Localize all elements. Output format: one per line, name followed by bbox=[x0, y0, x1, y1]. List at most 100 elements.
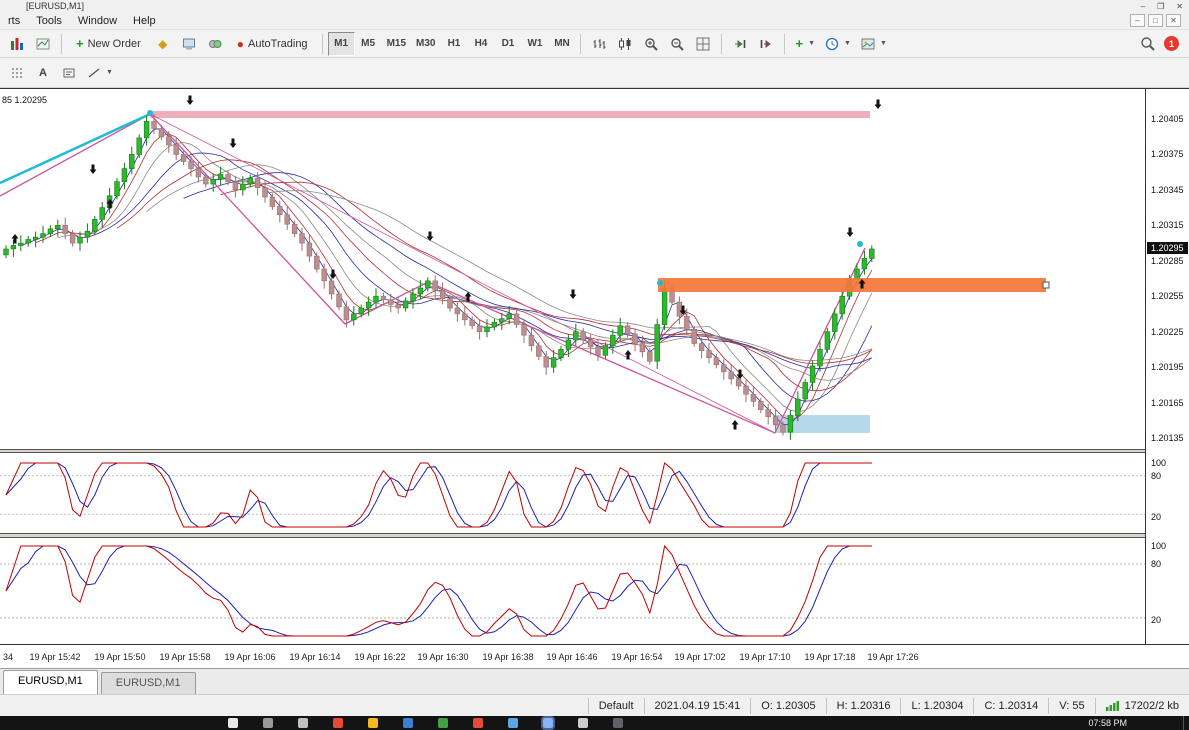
search-button[interactable] bbox=[1134, 32, 1160, 56]
text-tool-button[interactable]: A bbox=[30, 61, 56, 85]
zoom-out-icon bbox=[670, 37, 685, 51]
market-watch-icon: ◆ bbox=[158, 36, 168, 51]
zoom-in-button[interactable] bbox=[638, 32, 664, 56]
taskbar-app-icon[interactable] bbox=[438, 718, 448, 728]
oscillator-signal-line bbox=[5, 462, 872, 528]
autotrading-label: AutoTrading bbox=[248, 37, 308, 50]
new-order-label: New Order bbox=[87, 37, 141, 50]
indicator-pane-2[interactable] bbox=[0, 538, 1145, 644]
timeframe-m5-button[interactable]: M5 bbox=[355, 32, 382, 56]
taskbar-app-icon[interactable] bbox=[263, 718, 273, 728]
timeframe-m15-button[interactable]: M15 bbox=[382, 32, 411, 56]
main-chart-svg[interactable] bbox=[0, 91, 1145, 449]
bar-chart-button[interactable] bbox=[586, 32, 612, 56]
toolbar-separator bbox=[580, 33, 582, 54]
menu-charts[interactable]: rts bbox=[0, 14, 28, 28]
show-desktop-button[interactable] bbox=[1183, 716, 1187, 730]
menu-help[interactable]: Help bbox=[125, 14, 164, 28]
signal-dot bbox=[857, 241, 863, 247]
pink-zone[interactable] bbox=[150, 111, 870, 118]
auto-scroll-button[interactable] bbox=[727, 32, 753, 56]
orange-zone-handle[interactable] bbox=[1042, 281, 1050, 289]
indicator-axis-label: 20 bbox=[1151, 512, 1162, 522]
signal-arrow-up bbox=[731, 420, 739, 430]
chevron-down-icon: ▼ bbox=[844, 40, 851, 47]
object-frame-button[interactable] bbox=[56, 61, 82, 85]
close-button[interactable]: ✕ bbox=[1176, 2, 1183, 11]
autotrading-status-icon: ● bbox=[236, 36, 245, 51]
time-axis-label: 19 Apr 15:58 bbox=[159, 652, 211, 662]
cyan-trend-line[interactable] bbox=[0, 112, 151, 185]
new-order-button[interactable]: + New Order bbox=[67, 32, 150, 56]
taskbar-app-icon[interactable] bbox=[578, 718, 588, 728]
price-axis-label: 1.20345 bbox=[1151, 185, 1184, 195]
restore-button[interactable]: ❐ bbox=[1157, 2, 1164, 11]
taskbar-app-icon[interactable] bbox=[333, 718, 343, 728]
chart-shift-button[interactable] bbox=[753, 32, 779, 56]
indicator1-svg[interactable] bbox=[0, 453, 1145, 533]
profiles-button[interactable] bbox=[30, 32, 56, 56]
chart-close-button[interactable]: ✕ bbox=[1166, 14, 1181, 27]
data-window-button[interactable] bbox=[176, 32, 202, 56]
chart-shift-icon bbox=[759, 37, 773, 51]
navigator-button[interactable] bbox=[202, 32, 228, 56]
chart-tabs-bar: EURUSD,M1 EURUSD,M1 bbox=[0, 668, 1189, 694]
taskbar-app-icon[interactable] bbox=[403, 718, 413, 728]
taskbar-app-icon[interactable] bbox=[298, 718, 308, 728]
chart-restore-button[interactable]: □ bbox=[1148, 14, 1163, 27]
time-axis-label: 19 Apr 15:42 bbox=[29, 652, 81, 662]
cursor-tool-button[interactable] bbox=[4, 61, 30, 85]
tile-windows-button[interactable] bbox=[690, 32, 716, 56]
taskbar-app-icon[interactable] bbox=[613, 718, 623, 728]
taskbar-app-icon[interactable] bbox=[473, 718, 483, 728]
trend-line[interactable] bbox=[149, 113, 776, 434]
price-axis-label: 1.20255 bbox=[1151, 291, 1184, 301]
minimize-button[interactable]: – bbox=[1141, 2, 1145, 11]
timeframe-mn-button[interactable]: MN bbox=[548, 32, 575, 56]
taskbar-app-icon[interactable] bbox=[508, 718, 518, 728]
signal-arrow-down bbox=[186, 95, 194, 105]
taskbar-app-icon[interactable] bbox=[541, 716, 555, 730]
new-chart-icon bbox=[10, 37, 24, 51]
orange-zone[interactable] bbox=[658, 278, 1046, 292]
price-axis[interactable]: 1.20405 1.20375 1.20345 1.20315 1.20285 1.202… bbox=[1145, 89, 1189, 644]
chart-tab-eurusd-1[interactable]: EURUSD,M1 bbox=[3, 670, 98, 694]
timeframe-h1-button[interactable]: H1 bbox=[440, 32, 467, 56]
timeframe-h4-button[interactable]: H4 bbox=[467, 32, 494, 56]
zoom-out-button[interactable] bbox=[664, 32, 690, 56]
indicator-axis-label: 80 bbox=[1151, 559, 1162, 569]
new-chart-button[interactable] bbox=[4, 32, 30, 56]
chart-corner-label: 85 1.20295 bbox=[2, 95, 48, 105]
taskbar-app-icon[interactable] bbox=[228, 718, 238, 728]
timeframe-m30-button[interactable]: M30 bbox=[411, 32, 440, 56]
line-tools-button[interactable]: ▼ bbox=[82, 61, 118, 85]
indicator-axis-label: 20 bbox=[1151, 615, 1162, 625]
periods-button[interactable]: ▼ bbox=[820, 32, 856, 56]
timeframe-d1-button[interactable]: D1 bbox=[494, 32, 521, 56]
autotrading-button[interactable]: ● AutoTrading bbox=[228, 32, 317, 56]
price-axis-label: 1.20165 bbox=[1151, 398, 1184, 408]
signal-arrow-up bbox=[624, 350, 632, 360]
templates-button[interactable]: ▼ bbox=[856, 32, 892, 56]
time-axis[interactable]: 34 19 Apr 15:42 19 Apr 15:50 19 Apr 15:58 19… bbox=[0, 644, 1189, 669]
taskbar-icons bbox=[228, 716, 623, 730]
timeframe-w1-button[interactable]: W1 bbox=[521, 32, 548, 56]
indicator2-svg[interactable] bbox=[0, 538, 1145, 644]
taskbar-clock[interactable]: 07:58 PM bbox=[1088, 718, 1127, 728]
indicator-pane-1[interactable] bbox=[0, 453, 1145, 533]
chart-tab-eurusd-2[interactable]: EURUSD,M1 bbox=[100, 672, 196, 694]
status-profile[interactable]: Default bbox=[587, 697, 644, 714]
taskbar-app-icon[interactable] bbox=[368, 718, 378, 728]
signal-arrow-down bbox=[229, 138, 237, 148]
menu-window[interactable]: Window bbox=[70, 14, 125, 28]
chart-minimize-button[interactable]: – bbox=[1130, 14, 1145, 27]
main-chart-pane[interactable]: 85 1.20295 bbox=[0, 91, 1145, 449]
frame-icon bbox=[62, 66, 76, 80]
market-watch-button[interactable]: ◆ bbox=[150, 32, 176, 56]
menu-tools[interactable]: Tools bbox=[28, 14, 70, 28]
status-connection: 17202/2 kb bbox=[1094, 697, 1189, 714]
timeframe-m1-button[interactable]: M1 bbox=[327, 31, 355, 56]
candlestick-chart-button[interactable] bbox=[612, 32, 638, 56]
indicators-button[interactable]: + ▼ bbox=[790, 32, 820, 56]
notification-badge[interactable]: 1 bbox=[1164, 36, 1179, 51]
